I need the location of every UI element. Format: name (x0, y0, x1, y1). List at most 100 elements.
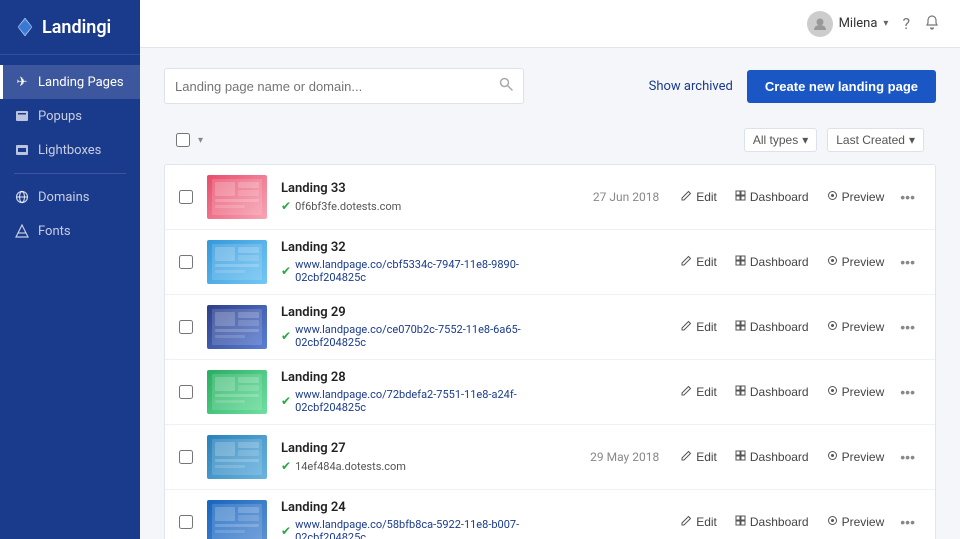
user-chevron-icon: ▾ (883, 18, 888, 29)
more-actions-button[interactable]: ••• (894, 249, 921, 275)
edit-button[interactable]: Edit (673, 510, 725, 534)
search-icon[interactable] (499, 77, 513, 95)
filter-sort-button[interactable]: Last Created ▾ (827, 128, 924, 152)
preview-button[interactable]: Preview (819, 445, 893, 469)
edit-button[interactable]: Edit (673, 185, 725, 209)
preview-button[interactable]: Preview (819, 380, 893, 404)
more-actions-button[interactable]: ••• (894, 509, 921, 535)
landing-thumbnail (207, 305, 267, 349)
filter-type-button[interactable]: All types ▾ (744, 128, 817, 152)
show-archived-link[interactable]: Show archived (649, 79, 733, 94)
logo[interactable]: Landingi (0, 0, 140, 55)
search-input[interactable] (175, 79, 499, 94)
dashboard-label: Dashboard (750, 255, 809, 269)
sidebar-item-landing-pages[interactable]: ✈ Landing Pages (0, 65, 140, 99)
preview-icon (827, 255, 838, 269)
landing-name: Landing 32 (281, 240, 555, 255)
landing-info: Landing 28 ✔ www.landpage.co/72bdefa2-75… (281, 370, 555, 414)
more-actions-button[interactable]: ••• (894, 314, 921, 340)
edit-icon (681, 190, 692, 204)
landing-domain: ✔ 0f6bf3fe.dotests.com (281, 199, 555, 213)
help-icon[interactable]: ? (902, 14, 910, 33)
sidebar-item-domains[interactable]: Domains (0, 180, 140, 214)
filter-sort-chevron-icon: ▾ (909, 133, 915, 147)
preview-icon (827, 320, 838, 334)
preview-icon (827, 450, 838, 464)
table-row: Landing 29 ✔ www.landpage.co/ce070b2c-75… (165, 295, 935, 360)
sidebar-item-fonts[interactable]: Fonts (0, 214, 140, 248)
landing-date: 29 May 2018 (569, 450, 659, 464)
domain-link[interactable]: www.landpage.co/cbf5334c-7947-11e8-9890-… (295, 258, 555, 284)
dashboard-icon (735, 320, 746, 334)
preview-button[interactable]: Preview (819, 510, 893, 534)
preview-button[interactable]: Preview (819, 250, 893, 274)
sidebar-item-lightboxes[interactable]: Lightboxes (0, 133, 140, 167)
row-checkbox[interactable] (179, 320, 193, 334)
filter-type-label: All types (753, 133, 798, 147)
sidebar-item-label: Popups (38, 109, 82, 124)
landing-thumbnail (207, 175, 267, 219)
landing-info: Landing 24 ✔ www.landpage.co/58bfb8ca-59… (281, 500, 555, 539)
edit-label: Edit (696, 190, 717, 204)
row-checkbox[interactable] (179, 190, 193, 204)
create-landing-button[interactable]: Create new landing page (747, 70, 936, 103)
domain-plain: 0f6bf3fe.dotests.com (295, 200, 401, 213)
logo-text: Landingi (42, 17, 111, 38)
row-checkbox[interactable] (179, 385, 193, 399)
select-all-checkbox[interactable] (176, 133, 190, 147)
dashboard-button[interactable]: Dashboard (727, 315, 817, 339)
landing-domain: ✔ www.landpage.co/72bdefa2-7551-11e8-a24… (281, 388, 555, 414)
table-row: Landing 28 ✔ www.landpage.co/72bdefa2-75… (165, 360, 935, 425)
landing-actions: Edit Dashboard (673, 314, 921, 340)
more-actions-button[interactable]: ••• (894, 379, 921, 405)
preview-icon (827, 190, 838, 204)
edit-icon (681, 385, 692, 399)
landing-actions: Edit Dashboard (673, 184, 921, 210)
landing-thumbnail (207, 240, 267, 284)
edit-button[interactable]: Edit (673, 315, 725, 339)
table-header: ▾ All types ▾ Last Created ▾ (164, 120, 936, 160)
preview-button[interactable]: Preview (819, 185, 893, 209)
dashboard-label: Dashboard (750, 320, 809, 334)
domain-check-icon: ✔ (281, 394, 291, 408)
row-checkbox[interactable] (179, 450, 193, 464)
edit-button[interactable]: Edit (673, 445, 725, 469)
preview-label: Preview (842, 450, 885, 464)
sidebar-divider (14, 173, 126, 174)
dashboard-button[interactable]: Dashboard (727, 185, 817, 209)
sidebar-item-label: Fonts (38, 224, 71, 239)
edit-label: Edit (696, 385, 717, 399)
search-box (164, 68, 524, 104)
dashboard-label: Dashboard (750, 450, 809, 464)
domain-check-icon: ✔ (281, 524, 291, 538)
fonts-icon (14, 223, 30, 239)
preview-button[interactable]: Preview (819, 315, 893, 339)
domain-link[interactable]: www.landpage.co/ce070b2c-7552-11e8-6a65-… (295, 323, 555, 349)
dashboard-icon (735, 255, 746, 269)
sidebar-item-label: Landing Pages (38, 75, 124, 90)
notification-icon[interactable] (924, 14, 940, 34)
landing-info: Landing 29 ✔ www.landpage.co/ce070b2c-75… (281, 305, 555, 349)
row-checkbox[interactable] (179, 255, 193, 269)
dashboard-button[interactable]: Dashboard (727, 380, 817, 404)
domain-check-icon: ✔ (281, 199, 291, 213)
more-actions-button[interactable]: ••• (894, 184, 921, 210)
more-actions-button[interactable]: ••• (894, 444, 921, 470)
row-checkbox[interactable] (179, 515, 193, 529)
edit-button[interactable]: Edit (673, 250, 725, 274)
dashboard-button[interactable]: Dashboard (727, 445, 817, 469)
username: Milena (839, 16, 878, 31)
domain-link[interactable]: www.landpage.co/58bfb8ca-5922-11e8-b007-… (295, 518, 555, 539)
edit-icon (681, 255, 692, 269)
edit-button[interactable]: Edit (673, 380, 725, 404)
domain-link[interactable]: www.landpage.co/72bdefa2-7551-11e8-a24f-… (295, 388, 555, 414)
user-menu[interactable]: Milena ▾ (807, 11, 889, 37)
landing-name: Landing 33 (281, 181, 555, 196)
main-content: Milena ▾ ? (140, 0, 960, 539)
dashboard-button[interactable]: Dashboard (727, 250, 817, 274)
filter-type-chevron-icon: ▾ (802, 133, 808, 147)
landing-name: Landing 27 (281, 441, 555, 456)
sidebar-item-popups[interactable]: Popups (0, 99, 140, 133)
domain-check-icon: ✔ (281, 329, 291, 343)
dashboard-button[interactable]: Dashboard (727, 510, 817, 534)
